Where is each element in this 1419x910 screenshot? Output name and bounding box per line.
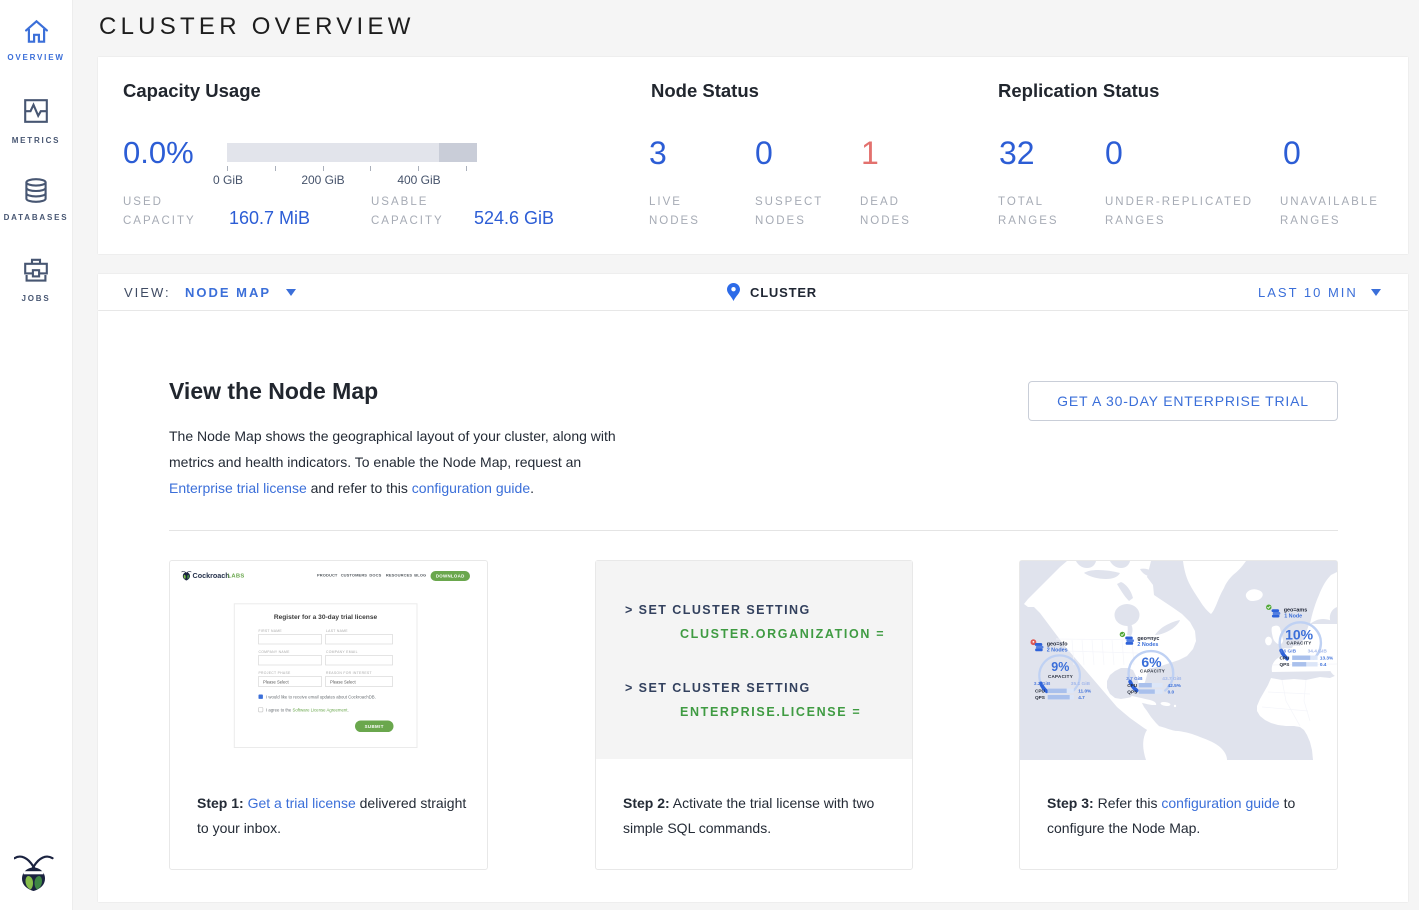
svg-text:I would like to receive email: I would like to receive email updates ab… [266,695,376,700]
svg-text:REASON FOR INTEREST: REASON FOR INTEREST [326,671,372,675]
svg-text:QPS: QPS [1035,695,1045,700]
svg-text:FIRST NAME: FIRST NAME [259,629,283,633]
svg-text:CAPACITY: CAPACITY [1287,641,1312,646]
svg-text:QPS: QPS [1280,662,1290,667]
svg-text:9%: 9% [1051,660,1069,674]
svg-text:4.7: 4.7 [1078,695,1085,700]
svg-text:35.1 GiB: 35.1 GiB [1071,681,1091,687]
svg-text:BLOG: BLOG [414,573,426,578]
svg-text:CUSTOMERS: CUSTOMERS [341,573,368,578]
svg-text:42.5%: 42.5% [1168,683,1182,688]
svg-text:COMPANY EMAIL: COMPANY EMAIL [326,650,358,654]
svg-text:34.4 GiB: 34.4 GiB [1308,649,1328,655]
svg-text:SUBMIT: SUBMIT [365,724,384,729]
svg-text:0.0: 0.0 [1168,689,1175,694]
svg-text:11.0%: 11.0% [1078,688,1092,693]
svg-text:LAST NAME: LAST NAME [326,629,348,633]
svg-text:DOWNLOAD: DOWNLOAD [436,574,465,579]
svg-text:CAPACITY: CAPACITY [1140,668,1165,673]
svg-text:PRODUCT: PRODUCT [317,573,338,578]
svg-text:PROJECT PHASE: PROJECT PHASE [259,671,292,675]
svg-text:CPU: CPU [1127,683,1138,688]
svg-text:2 Nodes: 2 Nodes [1137,642,1158,648]
svg-text:43.7 GiB: 43.7 GiB [1162,676,1182,682]
svg-text:geo=nyc: geo=nyc [1137,636,1159,642]
svg-text:LABS: LABS [228,574,245,580]
svg-text:CAPACITY: CAPACITY [1048,674,1073,679]
svg-text:Cockroach: Cockroach [193,571,230,580]
svg-text:3.2 GiB: 3.2 GiB [1034,681,1051,687]
svg-text:RESOURCES: RESOURCES [386,573,412,578]
svg-text:Please Select: Please Select [263,679,289,684]
svg-text:CPU: CPU [1280,655,1291,660]
svg-text:DOCS: DOCS [369,573,381,578]
svg-text:1 Node: 1 Node [1284,614,1302,620]
svg-text:geo=ams: geo=ams [1284,607,1308,613]
svg-text:QPS: QPS [1127,689,1137,694]
svg-text:COMPANY NAME: COMPANY NAME [259,650,291,654]
svg-text:0.4: 0.4 [1320,662,1327,667]
svg-text:2 Nodes: 2 Nodes [1047,648,1068,654]
svg-text:13.3%: 13.3% [1320,655,1334,660]
svg-text:3.6 GiB: 3.6 GiB [1280,649,1297,655]
svg-text:3.7 GiB: 3.7 GiB [1126,676,1143,682]
svg-text:Please Select: Please Select [330,679,356,684]
svg-text:Register for a 30-day trial li: Register for a 30-day trial license [274,614,378,621]
svg-text:CPU: CPU [1035,688,1046,693]
svg-text:geo=sfo: geo=sfo [1047,642,1069,648]
svg-text:I agree to the Software Licens: I agree to the Software License Agreemen… [266,708,349,713]
